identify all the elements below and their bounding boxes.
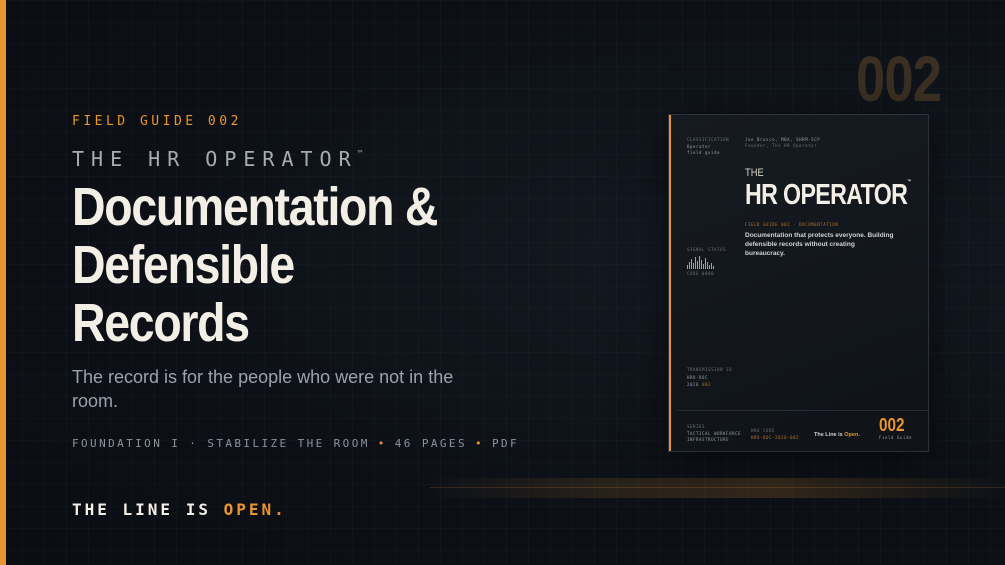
meta-foundation: FOUNDATION I · STABILIZE THE ROOM xyxy=(72,437,370,450)
accent-bar xyxy=(0,0,6,565)
cover-transmission-year: 2026 xyxy=(687,382,700,387)
cover-code-label: HRO CODE xyxy=(751,428,776,433)
cover-code-value: HRO-DOC-2026-002 xyxy=(751,435,800,440)
cover-number-label: Field Guide xyxy=(879,435,913,440)
series-name: THE HR OPERATOR™ xyxy=(72,147,362,171)
cover-classification-label: CLASSIFICATION xyxy=(687,137,730,142)
cover-transmission-label: TRANSMISSION ID xyxy=(687,367,733,372)
page-title: Documentation & Defensible Records xyxy=(72,177,438,353)
subtitle: The record is for the people who were no… xyxy=(72,367,454,411)
cover-transmission-value: HRO-DOC xyxy=(687,375,709,380)
cover-divider xyxy=(677,410,928,411)
cover-the: THE xyxy=(745,167,764,179)
tagline: THE LINE IS OPEN. xyxy=(72,500,287,519)
cover-signal-label: SIGNAL STATUS xyxy=(687,247,727,252)
cover-title-text: HR OPERATOR xyxy=(745,179,908,211)
book-cover: CLASSIFICATION Operator field guide Joe … xyxy=(668,114,929,452)
cover-series-label: SERIES xyxy=(687,424,706,429)
cover-transmission-num: 002 xyxy=(702,382,712,387)
cover-line-highlight: Open. xyxy=(844,432,860,438)
title-line-2: Defensible xyxy=(72,235,295,295)
title-line-3: Records xyxy=(72,293,250,353)
meta-format: PDF xyxy=(492,437,520,450)
meta-pages: 46 PAGES xyxy=(394,437,467,450)
cover-trademark: ™ xyxy=(907,179,911,185)
floor-glow xyxy=(430,478,1005,498)
cover-classification-value: Operator field guide xyxy=(687,144,721,155)
cover-title: HR OPERATOR™ xyxy=(745,179,911,212)
guide-number-watermark: 002 xyxy=(856,43,942,115)
series-name-text: THE HR OPERATOR xyxy=(72,147,358,171)
cover-line-prefix: The Line is xyxy=(814,432,845,438)
cover-guide-label: FIELD GUIDE 002 · DOCUMENTATION xyxy=(745,222,839,227)
cover-spine xyxy=(669,115,671,451)
meta-separator: • xyxy=(377,437,387,450)
trademark: ™ xyxy=(357,149,363,158)
cover-series-value: TACTICAL WORKFORCE INFRASTRUCTURE xyxy=(687,431,742,442)
signal-waveform xyxy=(687,255,714,269)
cover-line: The Line is Open. xyxy=(814,432,860,438)
eyebrow-label: FIELD GUIDE 002 xyxy=(72,114,242,129)
cover-transmission-year-line: 2026 002 xyxy=(687,382,711,388)
tagline-highlight: OPEN. xyxy=(223,500,287,519)
floor-line xyxy=(430,487,1005,488)
tagline-prefix: THE LINE IS xyxy=(72,500,224,519)
meta-line: FOUNDATION I · STABILIZE THE ROOM • 46 PAG… xyxy=(72,437,519,450)
cover-number: 002 xyxy=(879,415,905,435)
cover-description: Documentation that protects everyone. Bu… xyxy=(745,232,894,257)
cover-author-role: Founder, The HR Operator xyxy=(745,143,818,148)
cover-signal-value: CODE 0000 xyxy=(687,271,715,276)
title-line-1: Documentation & xyxy=(72,177,438,237)
meta-separator: • xyxy=(474,437,484,450)
